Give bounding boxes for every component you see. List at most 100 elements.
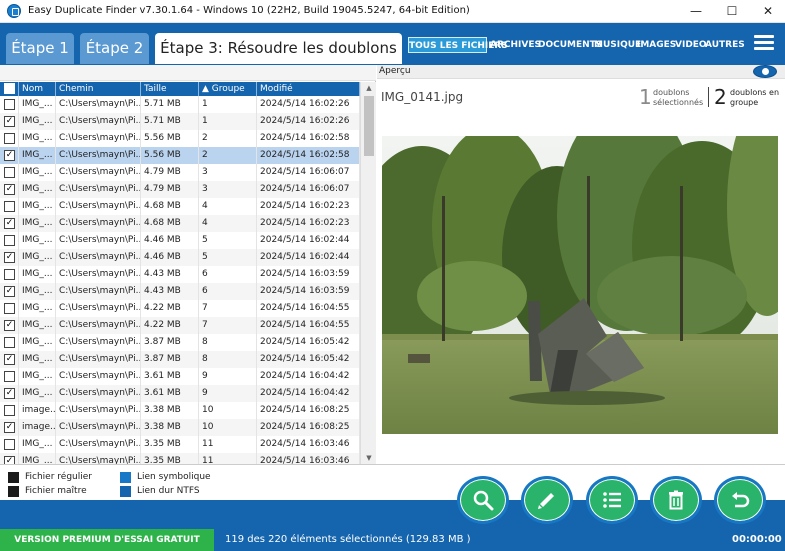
table-row[interactable]: ✓ IMG_... C:\Users\mayn\Pi... 4.79 MB 3 2024/… bbox=[0, 181, 360, 198]
table-row[interactable]: IMG_... C:\Users\mayn\Pi... 3.87 MB 8 2024/5… bbox=[0, 334, 360, 351]
cell-group: 10 bbox=[199, 419, 257, 436]
group-duplicates-label-2: groupe bbox=[730, 98, 759, 107]
cell-group: 4 bbox=[199, 215, 257, 232]
cell-path: C:\Users\mayn\Pi... bbox=[56, 130, 141, 147]
table-row[interactable]: image... C:\Users\mayn\Pi... 3.38 MB 10 2024… bbox=[0, 402, 360, 419]
eye-icon[interactable] bbox=[753, 65, 777, 78]
row-checkbox[interactable]: ✓ bbox=[4, 388, 15, 399]
table-row[interactable]: ✓ IMG_... C:\Users\mayn\Pi... 3.87 MB 8 2024/… bbox=[0, 351, 360, 368]
table-row[interactable]: IMG_... C:\Users\mayn\Pi... 5.56 MB 2 2024/5… bbox=[0, 130, 360, 147]
table-row[interactable]: IMG_... C:\Users\mayn\Pi... 3.61 MB 9 2024/5… bbox=[0, 368, 360, 385]
window-title: Easy Duplicate Finder v7.30.1.64 - Windo… bbox=[28, 5, 470, 16]
table-row[interactable]: ✓ IMG_... C:\Users\mayn\Pi... 4.43 MB 6 2024/… bbox=[0, 283, 360, 300]
row-checkbox[interactable]: ✓ bbox=[4, 150, 15, 161]
column-header-name[interactable]: Nom bbox=[19, 82, 56, 96]
row-checkbox[interactable] bbox=[4, 99, 15, 110]
filter-other[interactable]: AUTRES bbox=[705, 37, 745, 53]
tab-step-3[interactable]: Étape 3: Résoudre les doublons bbox=[155, 33, 402, 64]
column-header-path[interactable]: Chemin bbox=[56, 82, 141, 96]
cell-checkbox: ✓ bbox=[0, 453, 19, 464]
table-row[interactable]: ✓ IMG_... C:\Users\mayn\Pi... 4.22 MB 7 2024/… bbox=[0, 317, 360, 334]
row-checkbox[interactable] bbox=[4, 201, 15, 212]
row-checkbox[interactable]: ✓ bbox=[4, 456, 15, 464]
cell-modified: 2024/5/14 16:02:58 bbox=[257, 130, 360, 147]
table-row[interactable]: IMG_... C:\Users\mayn\Pi... 4.79 MB 3 2024/5… bbox=[0, 164, 360, 181]
row-checkbox[interactable] bbox=[4, 167, 15, 178]
minimize-button[interactable]: — bbox=[679, 0, 713, 22]
undo-button[interactable] bbox=[714, 476, 766, 524]
column-header-group[interactable]: ▲ Groupe bbox=[199, 82, 257, 96]
table-row[interactable]: ✓ IMG_... C:\Users\mayn\Pi... 4.68 MB 4 2024/… bbox=[0, 215, 360, 232]
row-checkbox[interactable] bbox=[4, 439, 15, 450]
row-checkbox[interactable] bbox=[4, 269, 15, 280]
row-checkbox[interactable]: ✓ bbox=[4, 286, 15, 297]
cell-name: IMG_... bbox=[19, 113, 56, 130]
cell-path: C:\Users\mayn\Pi... bbox=[56, 96, 141, 113]
table-row[interactable]: IMG_... C:\Users\mayn\Pi... 4.46 MB 5 2024/5… bbox=[0, 232, 360, 249]
table-row[interactable]: ✓ IMG_... C:\Users\mayn\Pi... 5.56 MB 2 2024/… bbox=[0, 147, 360, 164]
table-row[interactable]: ✓ IMG_... C:\Users\mayn\Pi... 3.35 MB 11 2024… bbox=[0, 453, 360, 464]
column-header-size[interactable]: Taille bbox=[141, 82, 199, 96]
title-bar: Easy Duplicate Finder v7.30.1.64 - Windo… bbox=[0, 0, 785, 23]
scroll-up-arrow-icon[interactable]: ▲ bbox=[361, 82, 377, 94]
table-row[interactable]: ✓ IMG_... C:\Users\mayn\Pi... 5.71 MB 1 2024/… bbox=[0, 113, 360, 130]
row-checkbox[interactable] bbox=[4, 337, 15, 348]
filter-images[interactable]: IMAGES bbox=[637, 37, 676, 53]
row-checkbox[interactable]: ✓ bbox=[4, 184, 15, 195]
table-row[interactable]: ✓ IMG_... C:\Users\mayn\Pi... 4.46 MB 5 2024/… bbox=[0, 249, 360, 266]
maximize-button[interactable]: ☐ bbox=[715, 0, 749, 22]
tab-step-2[interactable]: Étape 2 bbox=[80, 33, 149, 64]
scrollbar-thumb[interactable] bbox=[364, 96, 374, 156]
row-checkbox[interactable] bbox=[4, 405, 15, 416]
cell-size: 4.79 MB bbox=[141, 164, 199, 181]
premium-trial-badge[interactable]: VERSION PREMIUM D'ESSAI GRATUIT bbox=[0, 529, 214, 551]
menu-icon[interactable] bbox=[754, 35, 774, 51]
row-checkbox[interactable] bbox=[4, 133, 15, 144]
table-row[interactable]: ✓ IMG_... C:\Users\mayn\Pi... 3.61 MB 9 2024/… bbox=[0, 385, 360, 402]
select-all-checkbox[interactable] bbox=[4, 83, 15, 94]
row-checkbox[interactable] bbox=[4, 371, 15, 382]
cell-checkbox: ✓ bbox=[0, 113, 19, 130]
row-checkbox[interactable]: ✓ bbox=[4, 354, 15, 365]
cell-group: 3 bbox=[199, 164, 257, 181]
column-header-modified[interactable]: Modifié bbox=[257, 82, 360, 96]
scroll-down-arrow-icon[interactable]: ▼ bbox=[361, 452, 377, 464]
table-row[interactable]: IMG_... C:\Users\mayn\Pi... 4.22 MB 7 2024/5… bbox=[0, 300, 360, 317]
filter-video[interactable]: VIDEO bbox=[675, 37, 707, 53]
close-button[interactable]: ✕ bbox=[751, 0, 785, 22]
filter-music[interactable]: MUSIQUE bbox=[594, 37, 641, 53]
tab-step-1[interactable]: Étape 1 bbox=[6, 33, 74, 64]
cell-name: IMG_... bbox=[19, 385, 56, 402]
table-scrollbar[interactable]: ▲ ▼ bbox=[360, 82, 376, 464]
table-row[interactable]: ✓ image... C:\Users\mayn\Pi... 3.38 MB 10 202… bbox=[0, 419, 360, 436]
row-checkbox[interactable] bbox=[4, 235, 15, 246]
cell-modified: 2024/5/14 16:02:23 bbox=[257, 215, 360, 232]
table-row[interactable]: IMG_... C:\Users\mayn\Pi... 4.68 MB 4 2024/5… bbox=[0, 198, 360, 215]
table-row[interactable]: IMG_... C:\Users\mayn\Pi... 5.71 MB 1 2024/5… bbox=[0, 96, 360, 113]
row-checkbox[interactable]: ✓ bbox=[4, 116, 15, 127]
cell-size: 4.22 MB bbox=[141, 300, 199, 317]
row-checkbox[interactable]: ✓ bbox=[4, 218, 15, 229]
filter-archives[interactable]: ARCHIVES bbox=[490, 37, 541, 53]
table-row[interactable]: IMG_... C:\Users\mayn\Pi... 3.35 MB 11 2024/… bbox=[0, 436, 360, 453]
cell-modified: 2024/5/14 16:03:59 bbox=[257, 266, 360, 283]
cell-modified: 2024/5/14 16:08:25 bbox=[257, 419, 360, 436]
list-button[interactable] bbox=[586, 476, 638, 524]
row-checkbox[interactable]: ✓ bbox=[4, 320, 15, 331]
cell-size: 3.87 MB bbox=[141, 334, 199, 351]
delete-button[interactable] bbox=[650, 476, 702, 524]
search-icon bbox=[473, 490, 494, 511]
cell-path: C:\Users\mayn\Pi... bbox=[56, 385, 141, 402]
cell-modified: 2024/5/14 16:02:58 bbox=[257, 147, 360, 164]
filter-documents[interactable]: DOCUMENTS bbox=[538, 37, 602, 53]
search-button[interactable] bbox=[457, 476, 509, 524]
table-row[interactable]: IMG_... C:\Users\mayn\Pi... 4.43 MB 6 2024/5… bbox=[0, 266, 360, 283]
edit-button[interactable] bbox=[521, 476, 573, 524]
symbolic-link-swatch bbox=[120, 472, 131, 483]
row-checkbox[interactable]: ✓ bbox=[4, 252, 15, 263]
row-checkbox[interactable]: ✓ bbox=[4, 422, 15, 433]
cell-modified: 2024/5/14 16:05:42 bbox=[257, 351, 360, 368]
row-checkbox[interactable] bbox=[4, 303, 15, 314]
cell-modified: 2024/5/14 16:04:42 bbox=[257, 368, 360, 385]
filter-all-files[interactable]: TOUS LES FICHIERS bbox=[408, 37, 508, 53]
